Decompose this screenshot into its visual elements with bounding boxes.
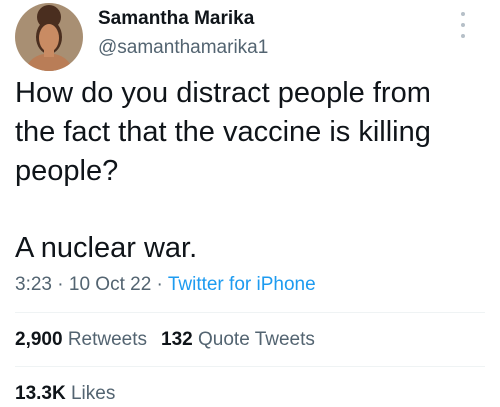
tweet-text: How do you distract people from the fact… <box>15 74 487 268</box>
likes-stat[interactable]: 13.3K Likes <box>15 383 115 405</box>
engagement-stats: 2,900 Retweets 132 Quote Tweets <box>15 329 315 351</box>
quotes-label: Quote Tweets <box>198 329 315 350</box>
tweet-date[interactable]: 10 Oct 22 <box>69 274 151 295</box>
author-display-name[interactable]: Samantha Marika <box>98 8 254 30</box>
tweet-line: the fact that the vaccine is killing <box>15 116 431 148</box>
retweets-label: Retweets <box>67 329 148 350</box>
more-dot <box>461 12 465 16</box>
avatar[interactable] <box>15 3 83 71</box>
tweet-line: How do you distract people from <box>15 77 431 109</box>
retweets-count: 2,900 <box>15 329 63 350</box>
profile-photo <box>15 3 83 71</box>
likes-count: 13.3K <box>15 383 66 404</box>
retweets-stat[interactable]: 2,900 Retweets <box>15 329 147 350</box>
divider <box>15 312 485 313</box>
tweet-closing-line: A nuclear war. <box>15 232 198 264</box>
divider <box>15 366 485 367</box>
author-handle[interactable]: @samanthamarika1 <box>98 37 268 59</box>
tweet-line: people? <box>15 155 119 187</box>
more-vertical-icon[interactable] <box>456 12 470 38</box>
tweet-meta: 3:23 · 10 Oct 22 · Twitter for iPhone <box>15 274 316 296</box>
quotes-count: 132 <box>161 329 193 350</box>
meta-separator: · <box>51 274 69 295</box>
tweet-source-link[interactable]: Twitter for iPhone <box>168 274 316 295</box>
tweet-time[interactable]: 3:23 <box>15 274 52 295</box>
more-dot <box>461 23 465 27</box>
more-dot <box>461 34 465 38</box>
quote-tweets-stat[interactable]: 132 Quote Tweets <box>161 329 315 350</box>
likes-label: Likes <box>70 383 116 404</box>
meta-separator: · <box>151 274 168 295</box>
